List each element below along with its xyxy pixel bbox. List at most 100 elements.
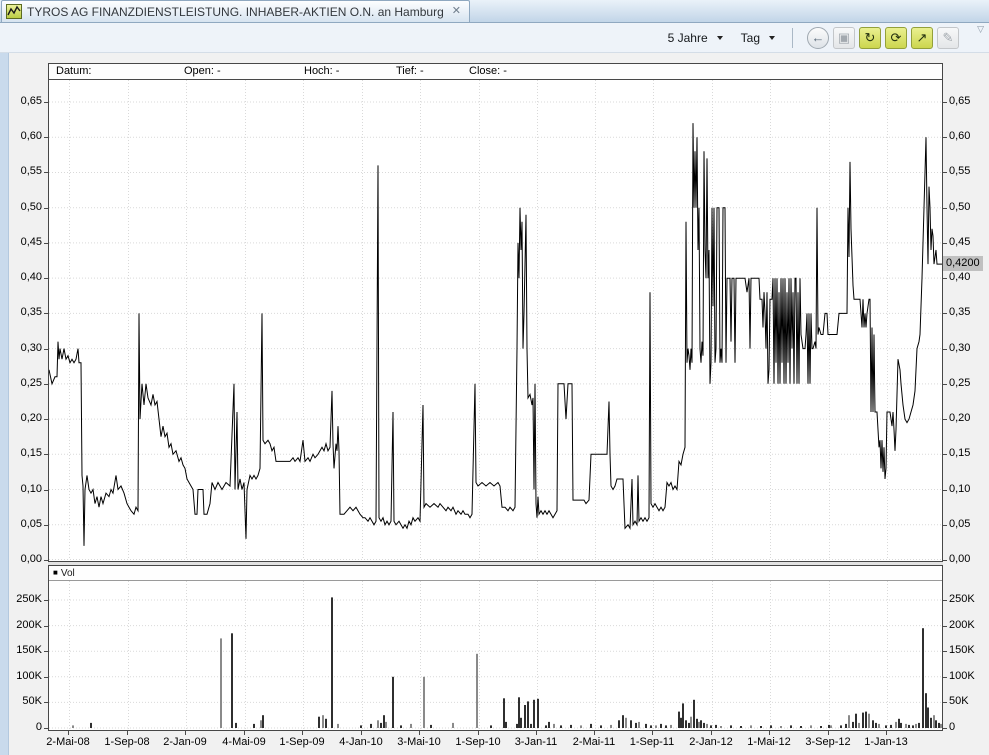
chart-tab[interactable]: TYROS AG FINANZDIENSTLEISTUNG. INHABER-A… xyxy=(1,0,470,22)
price-y-label: 0,65 xyxy=(949,95,970,107)
period-value: 5 Jahre xyxy=(668,31,708,45)
price-y-tick xyxy=(44,172,48,173)
chart-window: TYROS AG FINANZDIENSTLEISTUNG. INHABER-A… xyxy=(0,0,989,755)
view-menu-chevron[interactable]: ▽ xyxy=(977,24,984,35)
volume-bar xyxy=(922,628,924,728)
price-y-tick xyxy=(943,525,947,526)
hoch-label: Hoch: - xyxy=(304,65,339,77)
refresh-button[interactable]: ↻ xyxy=(859,27,881,49)
date-label: 2-Jan-12 xyxy=(679,736,743,748)
close-icon[interactable]: ✕ xyxy=(452,6,461,17)
volume-bar xyxy=(912,725,914,728)
volume-y-tick xyxy=(943,626,947,627)
interval-value: Tag xyxy=(741,31,760,45)
volume-bar xyxy=(262,715,264,728)
volume-bar xyxy=(685,720,687,728)
date-tick xyxy=(886,731,887,735)
volume-bar xyxy=(553,724,555,728)
price-y-tick xyxy=(943,313,947,314)
save-button[interactable]: ▣ xyxy=(833,27,855,49)
volume-y-tick xyxy=(943,600,947,601)
price-y-tick xyxy=(44,384,48,385)
volume-bar xyxy=(872,720,874,728)
tab-title: TYROS AG FINANZDIENSTLEISTUNG. INHABER-A… xyxy=(27,5,444,19)
volume-chart[interactable] xyxy=(49,581,942,729)
price-y-tick xyxy=(44,454,48,455)
volume-bar xyxy=(780,726,782,728)
volume-y-label: 100K xyxy=(949,670,975,682)
volume-bar xyxy=(915,724,917,728)
price-y-label: 0,00 xyxy=(949,553,970,565)
date-tick xyxy=(594,731,595,735)
price-y-label: 0,45 xyxy=(949,236,970,248)
open-external-icon: ↗ xyxy=(917,31,928,44)
volume-y-label: 100K xyxy=(4,670,42,682)
back-button[interactable]: ← xyxy=(807,27,829,49)
volume-bar xyxy=(935,720,937,728)
volume-y-tick xyxy=(44,728,48,729)
price-y-label: 0,40 xyxy=(4,271,42,283)
volume-panel[interactable]: ■ Vol xyxy=(48,565,943,731)
volume-bar xyxy=(520,718,522,728)
volume-bar xyxy=(740,726,742,728)
price-y-tick xyxy=(943,384,947,385)
price-y-tick xyxy=(44,208,48,209)
volume-bar xyxy=(383,715,385,728)
ohlc-info-bar: Datum: Open: - Hoch: - Tief: - Close: - xyxy=(49,64,942,80)
volume-bar xyxy=(688,723,690,728)
date-tick xyxy=(185,731,186,735)
volume-bar xyxy=(698,722,700,728)
volume-bar xyxy=(655,725,657,728)
price-y-tick xyxy=(44,278,48,279)
date-label: 1-Sep-09 xyxy=(270,736,334,748)
volume-bar xyxy=(790,725,792,728)
price-y-label: 0,60 xyxy=(949,130,970,142)
price-y-label: 0,30 xyxy=(4,342,42,354)
volume-legend-label: Vol xyxy=(61,568,75,579)
volume-bar xyxy=(322,715,324,728)
volume-y-label: 250K xyxy=(4,593,42,605)
price-panel[interactable]: Datum: Open: - Hoch: - Tief: - Close: - xyxy=(48,63,943,562)
volume-bar xyxy=(331,597,333,728)
volume-bar xyxy=(852,722,854,728)
date-label: 2-Mai-08 xyxy=(36,736,100,748)
price-y-tick xyxy=(44,243,48,244)
price-y-label: 0,00 xyxy=(4,553,42,565)
volume-legend: ■ Vol xyxy=(49,566,942,581)
volume-bar xyxy=(423,677,425,728)
volume-bar xyxy=(318,717,320,728)
volume-bar xyxy=(660,724,662,728)
interval-dropdown[interactable]: Tag xyxy=(738,29,778,47)
price-y-label: 0,60 xyxy=(4,130,42,142)
volume-bar xyxy=(385,722,387,728)
chevron-down-icon xyxy=(769,36,775,40)
volume-bar xyxy=(622,715,624,728)
date-label: 3-Mai-10 xyxy=(387,736,451,748)
price-y-label: 0,45 xyxy=(4,236,42,248)
price-chart[interactable] xyxy=(49,80,942,560)
volume-bar xyxy=(570,725,572,728)
period-dropdown[interactable]: 5 Jahre xyxy=(665,29,726,47)
reload-button[interactable]: ⟳ xyxy=(885,27,907,49)
volume-bar xyxy=(680,718,682,728)
volume-bar xyxy=(703,723,705,728)
volume-bar xyxy=(260,720,262,728)
price-y-tick xyxy=(44,349,48,350)
volume-bar xyxy=(875,723,877,728)
volume-bar xyxy=(885,725,887,728)
toolbar-separator xyxy=(792,28,793,48)
date-tick xyxy=(68,731,69,735)
volume-bar xyxy=(927,708,929,729)
volume-bar xyxy=(72,725,74,728)
volume-bar xyxy=(410,724,412,728)
edit-button[interactable]: ✎ xyxy=(937,27,959,49)
date-label: 1-Sep-11 xyxy=(620,736,684,748)
open-external-button[interactable]: ↗ xyxy=(911,27,933,49)
toolbar-buttons: ←▣↻⟳ ↗ ✎ xyxy=(807,27,959,49)
price-y-tick xyxy=(44,419,48,420)
volume-bar xyxy=(537,699,539,728)
volume-y-label: 200K xyxy=(4,619,42,631)
volume-bar xyxy=(710,725,712,728)
date-tick xyxy=(536,731,537,735)
price-y-label: 0,05 xyxy=(949,518,970,530)
